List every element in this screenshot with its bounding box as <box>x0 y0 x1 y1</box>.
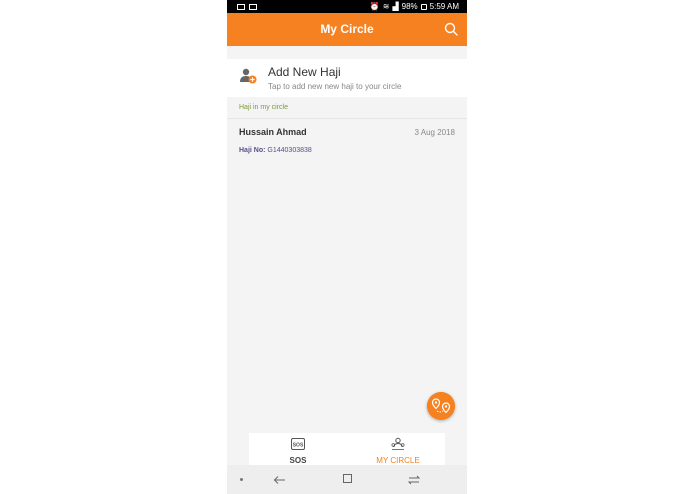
battery-icon <box>420 3 427 10</box>
page-title: My Circle <box>320 22 374 36</box>
list-item[interactable]: Hussain Ahmad 3 Aug 2018 Haji No: G14403… <box>227 118 467 163</box>
add-new-haji-card[interactable]: Add New Haji Tap to add new new haji to … <box>227 59 467 97</box>
location-pin-dot <box>434 401 438 404</box>
nav-my-circle-label: MY CIRCLE <box>376 456 420 465</box>
add-new-haji-subtitle: Tap to add new new haji to your circle <box>268 82 402 91</box>
battery-percent: 98% <box>401 2 418 11</box>
nav-dot-icon[interactable] <box>240 478 243 481</box>
add-new-haji-title: Add New Haji <box>268 65 341 79</box>
status-right: ⏰ ≋ ▟ 98% 5:59 AM <box>370 0 459 13</box>
haji-number-line: Haji No: G1440303838 <box>239 147 312 154</box>
sos-icon: SOS <box>291 438 305 450</box>
screen-notification-icon <box>249 3 257 10</box>
status-left-icons <box>237 0 257 13</box>
system-navigation-bar <box>227 465 467 494</box>
nav-sos[interactable]: SOS SOS <box>289 437 307 465</box>
map-locations-button[interactable] <box>427 392 455 420</box>
home-square-icon[interactable] <box>343 474 352 483</box>
nav-my-circle[interactable]: MY CIRCLE <box>375 437 421 465</box>
haji-name: Hussain Ahmad <box>239 127 307 137</box>
recent-apps-icon[interactable] <box>407 474 421 486</box>
wifi-icon: ≋ <box>382 2 390 11</box>
nav-sos-label: SOS <box>289 456 307 465</box>
section-header: Haji in my circle <box>239 104 289 111</box>
back-arrow-icon[interactable] <box>273 474 287 486</box>
status-time: 5:59 AM <box>429 2 459 11</box>
search-icon[interactable] <box>444 22 458 36</box>
haji-number-label: Haji No: <box>239 147 266 154</box>
bottom-navigation: SOS SOS MY CIRCLE <box>249 433 445 465</box>
alarm-icon: ⏰ <box>369 2 380 11</box>
sos-icon-text: SOS <box>293 442 304 448</box>
phone-screen: ⏰ ≋ ▟ 98% 5:59 AM My Circle Add New Haji… <box>227 0 467 494</box>
app-bar: My Circle <box>227 13 467 46</box>
add-person-icon <box>240 68 257 84</box>
status-bar: ⏰ ≋ ▟ 98% 5:59 AM <box>227 0 467 13</box>
signal-icon: ▟ <box>392 2 399 11</box>
haji-number-value: G1440303838 <box>267 147 312 154</box>
image-notification-icon <box>237 3 245 10</box>
location-pin-dot <box>444 405 448 408</box>
circle-people-icon <box>391 437 405 450</box>
haji-date: 3 Aug 2018 <box>414 128 455 137</box>
